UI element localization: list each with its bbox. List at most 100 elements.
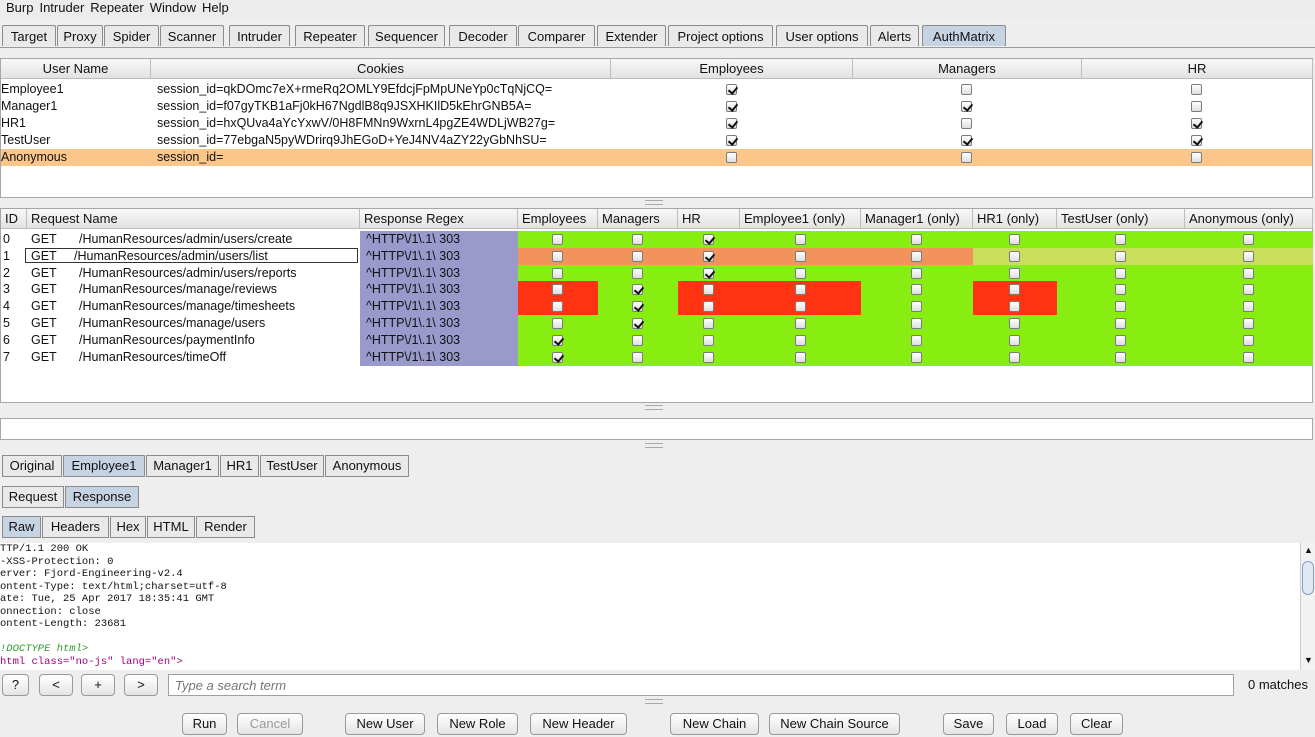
request-id-cell[interactable]: 3 xyxy=(3,281,23,298)
access-checkbox[interactable] xyxy=(1115,318,1126,329)
access-checkbox[interactable] xyxy=(911,351,922,363)
role-checkbox[interactable] xyxy=(1191,84,1202,95)
save-button[interactable]: Save xyxy=(943,713,994,735)
new-user-button[interactable]: New User xyxy=(345,713,425,735)
access-checkbox[interactable] xyxy=(703,301,714,313)
new-header-button[interactable]: New Header xyxy=(530,713,627,735)
splitter-handle[interactable] xyxy=(645,200,663,205)
tab-repeater[interactable]: Repeater xyxy=(295,25,365,46)
access-checkbox[interactable] xyxy=(552,234,563,245)
role-checkbox[interactable] xyxy=(726,84,737,95)
role-checkbox[interactable] xyxy=(1191,152,1202,163)
access-checkbox[interactable] xyxy=(552,334,563,346)
menu-window[interactable]: Window xyxy=(150,0,196,16)
cancel-button[interactable]: Cancel xyxy=(237,713,303,735)
access-checkbox[interactable] xyxy=(552,351,563,363)
access-checkbox[interactable] xyxy=(552,284,563,296)
column-header[interactable]: User Name xyxy=(1,59,151,79)
request-method-cell[interactable]: GET xyxy=(31,298,71,315)
response-regex-cell[interactable]: ^HTTP\/1\.1\ 303 xyxy=(360,331,518,349)
column-header[interactable]: TestUser (only) xyxy=(1057,209,1185,229)
access-checkbox[interactable] xyxy=(1009,318,1020,329)
request-method-cell[interactable]: GET xyxy=(31,248,71,265)
column-header[interactable]: Response Regex xyxy=(360,209,518,229)
request-method-cell[interactable]: GET xyxy=(31,281,71,298)
splitter-handle[interactable] xyxy=(645,443,663,448)
view-tab-hex[interactable]: Hex xyxy=(110,516,146,538)
access-checkbox[interactable] xyxy=(632,351,643,363)
role-checkbox[interactable] xyxy=(726,101,737,112)
view-tab-headers[interactable]: Headers xyxy=(42,516,109,538)
access-checkbox[interactable] xyxy=(794,250,806,262)
request-path-cell[interactable]: /HumanResources/admin/users/reports xyxy=(79,265,359,282)
column-header[interactable]: Manager1 (only) xyxy=(861,209,973,229)
access-checkbox[interactable] xyxy=(794,267,806,279)
access-checkbox[interactable] xyxy=(1243,334,1254,346)
tab-spider[interactable]: Spider xyxy=(104,25,159,46)
access-checkbox[interactable] xyxy=(1115,351,1126,363)
menu-burp[interactable]: Burp xyxy=(6,0,33,16)
search-input[interactable] xyxy=(168,674,1234,696)
role-checkbox[interactable] xyxy=(726,135,737,146)
request-id-cell[interactable]: 7 xyxy=(3,349,23,366)
access-checkbox[interactable] xyxy=(1243,318,1254,329)
access-checkbox[interactable] xyxy=(794,334,806,346)
cookie-cell[interactable]: session_id=77ebgaN5pyWDrirq9JhEGoD+YeJ4N… xyxy=(157,132,607,149)
menu-repeater[interactable]: Repeater xyxy=(90,0,143,16)
access-checkbox[interactable] xyxy=(1243,284,1254,296)
role-checkbox[interactable] xyxy=(1191,118,1202,129)
run-button[interactable]: Run xyxy=(182,713,227,735)
access-checkbox[interactable] xyxy=(794,284,806,296)
access-checkbox[interactable] xyxy=(1009,234,1020,245)
access-checkbox[interactable] xyxy=(703,318,714,329)
access-checkbox[interactable] xyxy=(1115,301,1126,313)
response-regex-cell[interactable]: ^HTTP\/1\.1\ 303 xyxy=(360,348,518,366)
request-path-cell[interactable]: /HumanResources/manage/users xyxy=(79,315,359,332)
request-path-cell[interactable]: /HumanResources/manage/reviews xyxy=(79,281,359,298)
response-regex-cell[interactable]: ^HTTP\/1\.1\ 303 xyxy=(360,247,518,265)
access-checkbox[interactable] xyxy=(632,318,643,329)
tab-comparer[interactable]: Comparer xyxy=(518,25,595,46)
access-checkbox[interactable] xyxy=(1243,250,1254,262)
access-checkbox[interactable] xyxy=(703,267,714,279)
access-checkbox[interactable] xyxy=(1009,250,1020,262)
response-regex-cell[interactable]: ^HTTP\/1\.1\ 303 xyxy=(360,315,518,332)
tab-sequencer[interactable]: Sequencer xyxy=(368,25,445,46)
user-tab-employee1[interactable]: Employee1 xyxy=(63,455,145,477)
access-checkbox[interactable] xyxy=(1243,301,1254,313)
access-checkbox[interactable] xyxy=(552,301,563,313)
access-checkbox[interactable] xyxy=(911,267,922,279)
menu-intruder[interactable]: Intruder xyxy=(39,0,84,16)
tab-response[interactable]: Response xyxy=(65,486,139,508)
user-tab-anonymous[interactable]: Anonymous xyxy=(325,455,409,477)
request-path-cell[interactable]: /HumanResources/paymentInfo xyxy=(79,332,359,349)
access-checkbox[interactable] xyxy=(1115,284,1126,296)
request-method-cell[interactable]: GET xyxy=(31,315,71,332)
access-checkbox[interactable] xyxy=(632,234,643,245)
cookie-cell[interactable]: session_id=qkDOmc7eX+rmeRq2OMLY9EfdcjFpM… xyxy=(157,81,607,98)
access-checkbox[interactable] xyxy=(1115,334,1126,346)
column-header[interactable]: HR xyxy=(1082,59,1313,79)
access-checkbox[interactable] xyxy=(1009,301,1020,313)
access-checkbox[interactable] xyxy=(632,301,643,313)
role-checkbox[interactable] xyxy=(961,135,972,146)
access-checkbox[interactable] xyxy=(703,250,714,262)
access-checkbox[interactable] xyxy=(632,267,643,279)
scroll-up-icon[interactable]: ▲ xyxy=(1304,545,1313,555)
access-checkbox[interactable] xyxy=(911,318,922,329)
tab-request[interactable]: Request xyxy=(2,486,64,508)
response-regex-cell[interactable]: ^HTTP\/1\.1\ 303 xyxy=(360,231,518,248)
access-checkbox[interactable] xyxy=(911,301,922,313)
user-name-cell[interactable]: HR1 xyxy=(1,115,149,132)
scroll-thumb[interactable] xyxy=(1302,561,1314,595)
access-checkbox[interactable] xyxy=(1243,351,1254,363)
access-checkbox[interactable] xyxy=(794,234,806,245)
request-id-cell[interactable]: 0 xyxy=(3,231,23,248)
column-header[interactable]: HR xyxy=(678,209,740,229)
tab-proxy[interactable]: Proxy xyxy=(57,25,103,46)
help-button[interactable]: ? xyxy=(2,674,29,696)
access-checkbox[interactable] xyxy=(703,234,714,245)
access-checkbox[interactable] xyxy=(1115,250,1126,262)
user-tab-manager1[interactable]: Manager1 xyxy=(146,455,219,477)
access-checkbox[interactable] xyxy=(1243,267,1254,279)
